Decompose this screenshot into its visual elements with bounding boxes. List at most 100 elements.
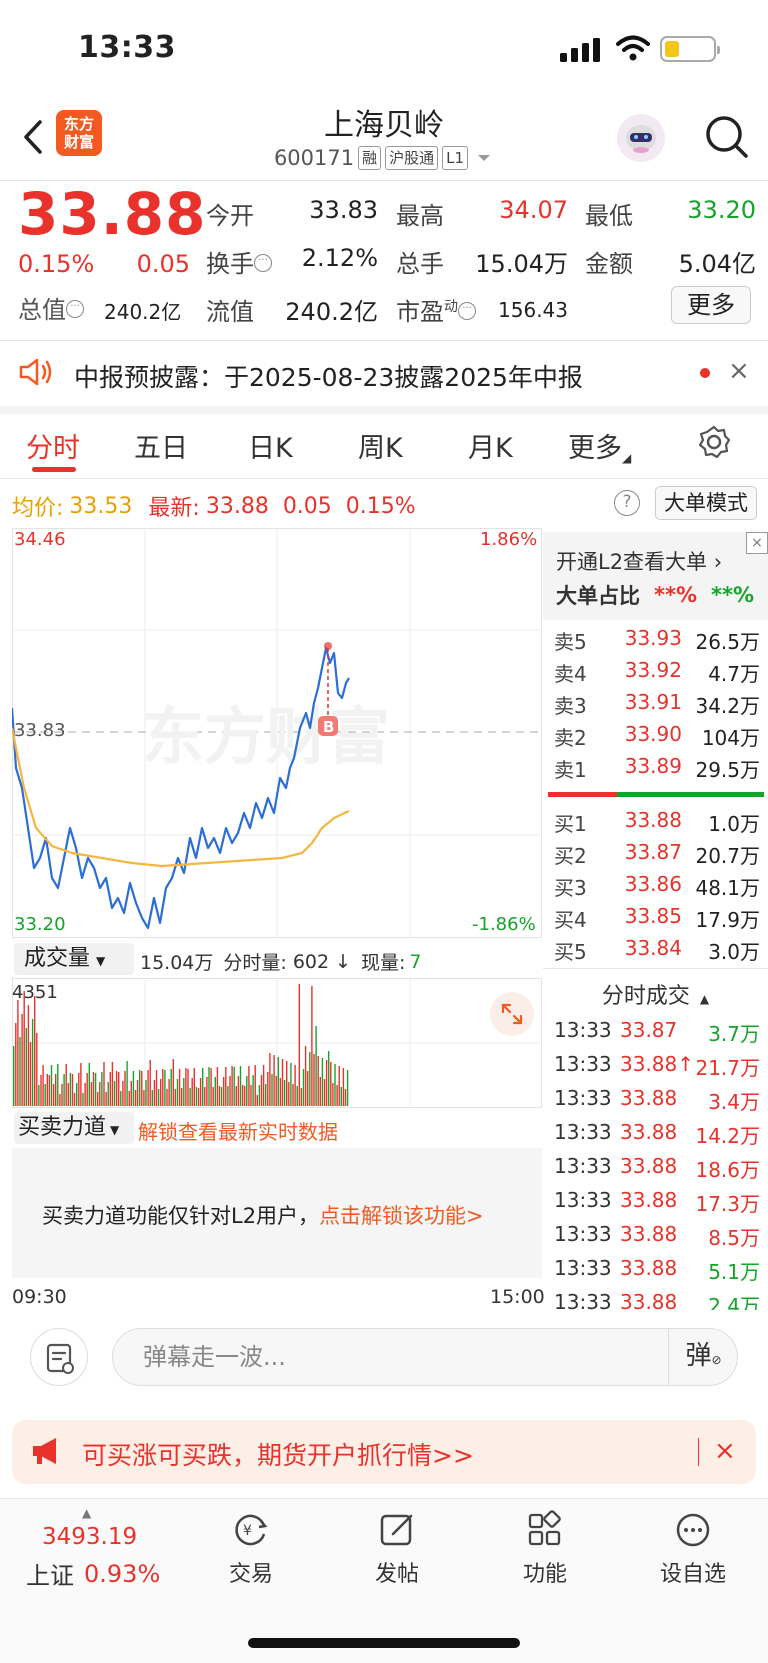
l2-close-icon[interactable]: × [746, 532, 768, 554]
collapse-caret-icon: ▲ [699, 992, 710, 1006]
comment-list-icon[interactable] [30, 1328, 88, 1386]
ticks-divider [543, 968, 768, 969]
index-up-caret-icon: ▲ [82, 1506, 92, 1520]
volume-bar [244, 1086, 246, 1106]
volume-bar [101, 1072, 103, 1106]
active-tab-indicator [32, 467, 76, 472]
tick-price: 33.88 [620, 1086, 678, 1110]
nav-add-watchlist-label: 设自选 [659, 1562, 726, 1587]
tick-volume: 14.2万 [695, 1124, 760, 1148]
ask-row[interactable]: 卖2 33.90 104万 [554, 722, 760, 754]
l2-open-link[interactable]: 开通L2查看大单 › [556, 546, 722, 576]
bid-row[interactable]: 买4 33.85 17.9万 [554, 904, 760, 936]
volume-bar [143, 1090, 145, 1106]
assistant-robot-icon[interactable] [617, 114, 665, 162]
index-value[interactable]: 3493.19 [42, 1524, 137, 1550]
volume-max-label: 4351 [12, 982, 58, 1003]
tick-volume: 17.3万 [695, 1192, 760, 1216]
buysell-unlock-link[interactable]: 解锁查看最新实时数据 [138, 1116, 338, 1145]
volume-bar [283, 1080, 286, 1106]
ad-close-icon[interactable]: × [714, 1436, 736, 1466]
nav-trade[interactable]: ¥ 交易 [206, 1510, 296, 1588]
notice-text[interactable]: 中报预披露：于2025-08-23披露2025年中报 [74, 358, 583, 394]
quote-more-button[interactable]: 更多 [671, 286, 751, 324]
ticks-title[interactable]: 分时成交 ▲ [543, 978, 768, 1010]
index-ticker[interactable]: 上证 0.93% [26, 1556, 160, 1591]
pe-label-text: 市盈 [396, 298, 444, 326]
nav-add-watchlist[interactable]: 设自选 [648, 1510, 738, 1588]
info-dots-icon[interactable]: ··· [66, 300, 84, 318]
bid-label: 买3 [554, 876, 587, 900]
info-dots-icon[interactable]: ··· [458, 302, 476, 320]
nav-functions-label: 功能 [522, 1562, 567, 1587]
y-axis-mid: 33.83 [14, 720, 66, 741]
danmu-toggle-button[interactable]: 弹⊘ [668, 1328, 738, 1386]
volume-bar [36, 1033, 38, 1106]
volume-bar [34, 996, 36, 1106]
volume-bar [321, 1058, 324, 1106]
last-price: 33.88 [18, 180, 207, 248]
ask-row[interactable]: 卖3 33.91 34.2万 [554, 690, 760, 722]
tick-row: 13:33 33.87 3.7万 [554, 1018, 760, 1050]
buysell-unlock-cta[interactable]: 点击解锁该功能> [319, 1204, 484, 1228]
volume-bar [174, 1089, 177, 1106]
notice-close-icon[interactable]: × [728, 356, 750, 386]
volume-bar [233, 1067, 235, 1106]
volume-bar [325, 1060, 328, 1106]
change-percent: 0.15% [18, 250, 95, 278]
tick-row: 13:33 33.88 17.3万 [554, 1188, 760, 1220]
volume-indicator-select[interactable]: 成交量 ▼ [14, 943, 134, 975]
ask-row[interactable]: 卖1 33.89 29.5万 [554, 754, 760, 786]
volume-stats: 15.04万 分时量: 602 ↓ 现量: 7 [140, 948, 422, 975]
intraday-price-chart[interactable]: 东方财富 B [12, 528, 542, 938]
pe-value: 156.43 [498, 298, 568, 322]
buysell-indicator-select[interactable]: 买卖力道 ▼ [14, 1112, 134, 1144]
ask-row[interactable]: 卖4 33.92 4.7万 [554, 658, 760, 690]
apps-grid-icon [528, 1510, 561, 1546]
volume-bar [168, 1079, 170, 1106]
volume-bar [118, 1072, 120, 1106]
tab-more[interactable]: 更多◢ [568, 426, 631, 465]
turnover-label[interactable]: 换手 ··· [206, 244, 272, 279]
volume-bar [258, 1085, 261, 1106]
tick-row: 13:33 33.88 18.6万 [554, 1154, 760, 1186]
volume-select-label: 成交量 [24, 946, 91, 971]
volume-bar [105, 1092, 107, 1106]
speaker-icon [19, 358, 52, 386]
ad-text[interactable]: 可买涨可买跌，期货开户抓行情>> [82, 1436, 474, 1472]
nav-functions[interactable]: 功能 [500, 1510, 590, 1588]
volume-chart[interactable] [12, 978, 542, 1108]
search-icon[interactable] [702, 112, 752, 162]
volume-bar [309, 1052, 311, 1106]
ask-row[interactable]: 卖5 33.93 26.5万 [554, 626, 760, 658]
volume-bar [13, 1046, 15, 1106]
volume-bar [90, 1082, 93, 1106]
tab-daily-k[interactable]: 日K [248, 426, 293, 465]
big-order-mode-button[interactable]: 大单模式 [655, 486, 757, 520]
bid-row[interactable]: 买5 33.84 3.0万 [554, 936, 760, 968]
volume-bar [330, 1062, 332, 1106]
danmu-input[interactable]: 弹幕走一波... [112, 1328, 738, 1386]
bid-row[interactable]: 买2 33.87 20.7万 [554, 840, 760, 872]
tab-intraday[interactable]: 分时 [26, 426, 80, 465]
bid-price: 33.88 [624, 808, 682, 832]
market-cap-label[interactable]: 总值 ··· [18, 290, 84, 325]
bid-row[interactable]: 买1 33.88 1.0万 [554, 808, 760, 840]
pe-label[interactable]: 市盈动 ··· [396, 292, 476, 327]
tab-monthly-k[interactable]: 月K [468, 426, 513, 465]
help-icon[interactable]: ? [614, 490, 640, 516]
volume-bar [271, 1074, 273, 1106]
gear-icon[interactable] [696, 424, 732, 460]
current-volume-label: 现量: [361, 952, 406, 974]
volume-bar [155, 1070, 158, 1106]
expand-icon[interactable] [490, 992, 534, 1036]
ask-volume: 26.5万 [695, 630, 760, 654]
tab-weekly-k[interactable]: 周K [358, 426, 403, 465]
volume-bar [206, 1077, 208, 1106]
nav-post[interactable]: 发帖 [352, 1510, 442, 1588]
volume-bar [328, 1051, 330, 1106]
tab-five-day[interactable]: 五日 [134, 426, 188, 465]
info-dots-icon[interactable]: ··· [254, 254, 272, 272]
bid-row[interactable]: 买3 33.86 48.1万 [554, 872, 760, 904]
volume-bar [262, 1065, 265, 1106]
